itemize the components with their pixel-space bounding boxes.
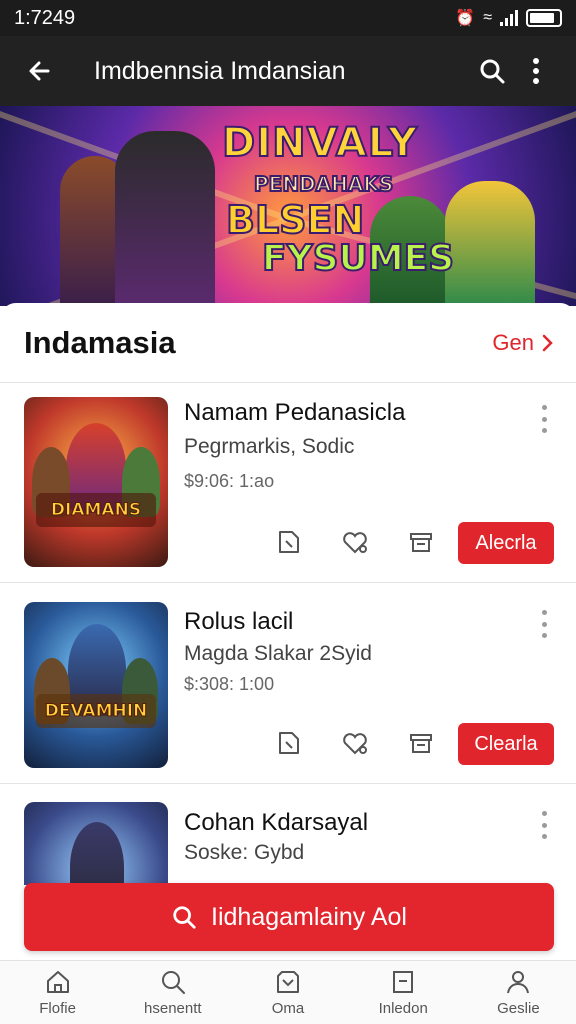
nav-label: Oma xyxy=(271,1000,305,1017)
item-thumbnail: DEVAMHIN xyxy=(24,602,168,768)
nav-item-profile[interactable]: Geslie xyxy=(461,961,576,1024)
more-vert-icon[interactable] xyxy=(514,49,558,93)
banner-hero-figure xyxy=(445,181,535,306)
nav-label: Inledon xyxy=(378,1000,428,1017)
nav-label: Flofie xyxy=(39,1000,76,1017)
favorite-icon[interactable] xyxy=(338,726,372,760)
nav-item-home[interactable]: Flofie xyxy=(0,961,115,1024)
nav-item-search[interactable]: hsenentt xyxy=(115,961,230,1024)
nav-label: hsenentt xyxy=(144,1000,202,1017)
status-bar: 1:7249 ⏰ ≈ xyxy=(0,0,576,36)
search-icon xyxy=(161,971,185,994)
more-options-icon[interactable] xyxy=(536,610,552,638)
status-icons: ⏰ ≈ xyxy=(455,8,562,28)
bookmark-icon[interactable] xyxy=(272,525,306,559)
back-arrow-icon[interactable] xyxy=(18,49,62,93)
section-title: Indamasia xyxy=(24,324,176,360)
status-time: 1:7249 xyxy=(14,6,76,29)
wifi-icon: ≈ xyxy=(483,9,492,26)
item-price: $9:06: 1:ao xyxy=(184,471,275,491)
item-title: Namam Pedanasicla xyxy=(184,399,406,426)
page-title: Imdbennsia Imdansian xyxy=(94,56,346,85)
banner-line-4: FYSUMES xyxy=(261,237,455,280)
chevron-right-icon xyxy=(542,334,553,351)
more-options-icon[interactable] xyxy=(536,811,552,839)
more-options-icon[interactable] xyxy=(536,405,552,433)
signal-icon xyxy=(500,10,518,26)
item-title: Cohan Kdarsayal xyxy=(184,809,369,836)
banner-line-1: DINVALY xyxy=(221,119,418,167)
profile-icon xyxy=(507,971,530,994)
search-icon[interactable] xyxy=(470,49,514,93)
item-thumbnail: DIAMANS xyxy=(24,397,168,567)
banner-line-3: BLSEN xyxy=(225,197,365,243)
item-title: Rolus lacil xyxy=(184,608,294,635)
banner-line-2: PENDAHAKS xyxy=(253,171,394,197)
item-thumbnail xyxy=(24,802,168,885)
favorite-icon[interactable] xyxy=(338,525,372,559)
alarm-icon: ⏰ xyxy=(455,10,476,27)
item-subtitle: Magda Slakar 2Syid xyxy=(184,642,372,665)
search-icon xyxy=(173,906,196,929)
item-action-button[interactable]: Alecrla xyxy=(458,522,554,564)
nav-item-shop[interactable]: Oma xyxy=(230,961,345,1024)
section-link[interactable]: Gen xyxy=(492,330,554,356)
nav-label: Geslie xyxy=(497,1000,540,1017)
section-link-label: Gen xyxy=(492,329,534,355)
thumbnail-logo: DIAMANS xyxy=(36,493,156,527)
box-icon xyxy=(393,971,414,993)
cart-icon[interactable] xyxy=(404,525,438,559)
main-search-button[interactable]: Iidhagamlainy Aol xyxy=(24,883,554,951)
nav-item-box[interactable]: Inledon xyxy=(346,961,461,1024)
item-price: $:308: 1:00 xyxy=(184,674,275,694)
bottom-nav: Flofie hsenentt Oma Inledon Geslie xyxy=(0,960,576,1024)
item-subtitle: Pegrmarkis, Sodic xyxy=(184,435,355,458)
home-icon xyxy=(46,971,69,993)
app-bar: Imdbennsia Imdansian xyxy=(0,36,576,106)
list-item[interactable]: Cohan Kdarsayal Soske: Gybd xyxy=(0,785,576,885)
item-action-button[interactable]: Clearla xyxy=(458,723,554,765)
bookmark-icon[interactable] xyxy=(272,726,306,760)
main-search-label: Iidhagamlainy Aol xyxy=(211,902,407,931)
shop-icon xyxy=(277,971,299,993)
list-item[interactable]: DIAMANS Namam Pedanasicla Pegrmarkis, So… xyxy=(0,383,576,583)
banner-hero-figure xyxy=(115,131,215,306)
thumbnail-logo: DEVAMHIN xyxy=(36,694,156,728)
section-header: Indamasia Gen xyxy=(0,303,576,383)
battery-icon xyxy=(526,9,562,27)
promo-banner[interactable]: DINVALY PENDAHAKS BLSEN FYSUMES xyxy=(0,106,576,306)
list-item[interactable]: DEVAMHIN Rolus lacil Magda Slakar 2Syid … xyxy=(0,584,576,784)
item-subtitle: Soske: Gybd xyxy=(184,841,305,864)
cart-icon[interactable] xyxy=(404,726,438,760)
